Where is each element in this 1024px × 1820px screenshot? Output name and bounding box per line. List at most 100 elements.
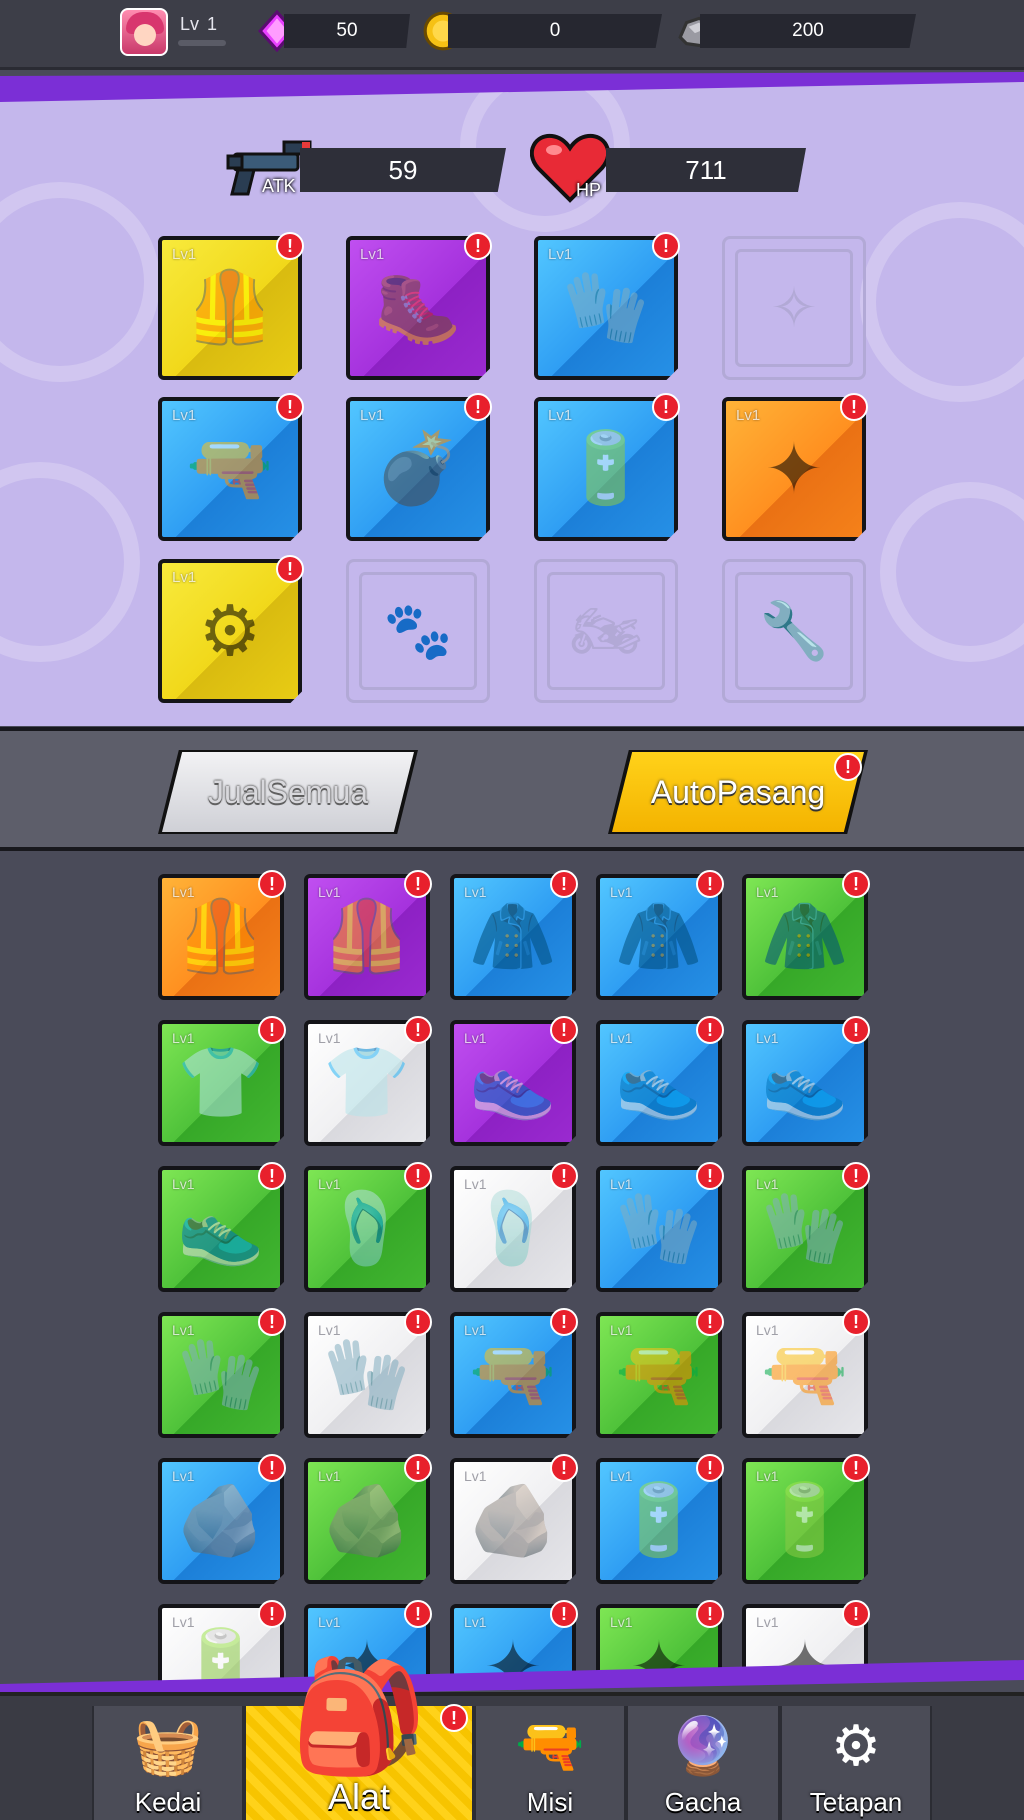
- item-level: Lv1: [756, 1030, 779, 1046]
- new-item-alert-badge: !: [842, 1162, 870, 1190]
- new-item-alert-badge: !: [258, 1308, 286, 1336]
- equipment-panel: [0, 82, 1024, 726]
- gacha-orb-icon: 🔮: [668, 1714, 738, 1777]
- action-bar: JualSemua AutoPasang !: [0, 727, 1024, 851]
- new-item-alert-badge: !: [258, 1600, 286, 1628]
- tab-kedai[interactable]: 🧺 Kedai: [92, 1706, 244, 1820]
- background-radiation-mark: [880, 482, 1024, 662]
- item-level: Lv1: [172, 1322, 195, 1338]
- coins-counter: 0: [448, 14, 662, 48]
- item-slot[interactable]: ⚙ Lv1: [158, 559, 302, 703]
- avatar-face: [134, 24, 156, 46]
- item-level: Lv1: [318, 1030, 341, 1046]
- new-item-alert-badge: !: [842, 1600, 870, 1628]
- new-item-alert-badge: !: [258, 1162, 286, 1190]
- item-level: Lv1: [172, 1030, 195, 1046]
- item-level: Lv1: [610, 1322, 633, 1338]
- empty-equipment-slot[interactable]: ✧: [722, 236, 866, 380]
- atk-value: 59: [300, 148, 506, 192]
- paw-icon: 🐾: [383, 599, 453, 662]
- xp-bar: [178, 40, 226, 46]
- new-item-alert-badge: !: [652, 232, 680, 260]
- new-item-alert-badge: !: [404, 1162, 432, 1190]
- new-item-alert-badge: !: [404, 1308, 432, 1336]
- tab-misi[interactable]: 🔫 Misi: [474, 1706, 626, 1820]
- new-item-alert-badge: !: [404, 1016, 432, 1044]
- new-item-alert-badge: !: [550, 1600, 578, 1628]
- item-level: Lv1: [610, 1030, 633, 1046]
- new-item-alert-badge: !: [652, 393, 680, 421]
- tab-label: Tetapan: [809, 1787, 903, 1817]
- gun-icon: 🔫: [515, 1714, 585, 1777]
- background-radiation-mark: [860, 202, 1024, 402]
- item-slot[interactable]: 🔫 Lv1: [158, 397, 302, 541]
- new-item-alert-badge: !: [696, 1016, 724, 1044]
- item-level: Lv1: [318, 1322, 341, 1338]
- bottom-navigation: 🧺 Kedai 🎒 Alat ! 🔫 Misi 🔮 Gacha ⚙ Tetapa…: [0, 1662, 1024, 1820]
- item-level: Lv1: [172, 1468, 195, 1484]
- player-level: Lv 1: [180, 14, 217, 35]
- tab-gacha[interactable]: 🔮 Gacha: [626, 1706, 780, 1820]
- new-item-alert-badge: !: [404, 870, 432, 898]
- tab-label: Kedai: [134, 1787, 202, 1817]
- item-slot[interactable]: 🔋 Lv1: [534, 397, 678, 541]
- level-label: Lv: [180, 14, 200, 34]
- background-radiation-mark: [0, 182, 160, 382]
- inventory-grid: 🦺 Lv1! 🦺 Lv1! 🧥 Lv1! 🧥 Lv1! 🧥 Lv1! 👕 Lv1! 👕 Lv1! 👟 Lv1!…: [0, 851, 1024, 1681]
- item-level: Lv1: [756, 884, 779, 900]
- item-level: Lv1: [756, 1176, 779, 1192]
- player-avatar[interactable]: [120, 8, 168, 56]
- item-level: Lv1: [610, 1468, 633, 1484]
- item-slot[interactable]: 🦺 Lv1: [158, 236, 302, 380]
- empty-equipment-slot[interactable]: 🐾: [346, 559, 490, 703]
- item-slot[interactable]: 🧤 Lv1: [534, 236, 678, 380]
- item-level: Lv1: [610, 884, 633, 900]
- item-level: Lv1: [318, 1468, 341, 1484]
- auto-equip-alert-badge: !: [834, 753, 862, 781]
- item-level: Lv1: [736, 407, 761, 424]
- new-item-alert-badge: !: [550, 1308, 578, 1336]
- new-item-alert-badge: !: [842, 870, 870, 898]
- item-level: Lv1: [172, 569, 197, 586]
- gear-icon: ⚙: [830, 1714, 882, 1777]
- item-level: Lv1: [172, 407, 197, 424]
- item-level: Lv1: [172, 1614, 195, 1630]
- tab-alat[interactable]: 🎒 Alat: [244, 1662, 474, 1820]
- top-bar: Lv 1 50 0 200: [0, 0, 1024, 70]
- new-item-alert-badge: !: [696, 1600, 724, 1628]
- item-level: Lv1: [318, 1176, 341, 1192]
- item-level: Lv1: [360, 407, 385, 424]
- new-item-alert-badge: !: [404, 1454, 432, 1482]
- hp-value: 711: [606, 148, 806, 192]
- new-item-alert-badge: !: [258, 1016, 286, 1044]
- item-level: Lv1: [610, 1614, 633, 1630]
- auto-equip-button[interactable]: AutoPasang: [612, 752, 864, 832]
- item-level: Lv1: [756, 1322, 779, 1338]
- item-level: Lv1: [548, 407, 573, 424]
- item-slot[interactable]: 🥾 Lv1: [346, 236, 490, 380]
- new-item-alert-badge: !: [550, 1016, 578, 1044]
- new-item-alert-badge: !: [550, 1454, 578, 1482]
- empty-equipment-slot[interactable]: 🔧: [722, 559, 866, 703]
- tab-tetapan[interactable]: ⚙ Tetapan: [780, 1706, 932, 1820]
- motorcycle-icon: 🏍: [570, 599, 642, 662]
- new-item-alert-badge: !: [404, 1600, 432, 1628]
- wrench-icon: 🔧: [759, 599, 829, 662]
- new-item-alert-badge: !: [550, 1162, 578, 1190]
- level-value: 1: [207, 14, 218, 34]
- new-item-alert-badge: !: [696, 870, 724, 898]
- empty-equipment-slot[interactable]: 🏍: [534, 559, 678, 703]
- sell-all-button[interactable]: JualSemua: [162, 752, 414, 832]
- new-item-alert-badge: !: [842, 1016, 870, 1044]
- tab-alat-alert-badge: !: [440, 1704, 468, 1732]
- new-item-alert-badge: !: [840, 393, 868, 421]
- item-level: Lv1: [548, 246, 573, 263]
- item-slot[interactable]: ✦ Lv1: [722, 397, 866, 541]
- new-item-alert-badge: !: [696, 1454, 724, 1482]
- item-slot[interactable]: 💣 Lv1: [346, 397, 490, 541]
- gems-counter: 50: [284, 14, 410, 48]
- item-level: Lv1: [464, 1468, 487, 1484]
- new-item-alert-badge: !: [464, 393, 492, 421]
- item-level: Lv1: [756, 1468, 779, 1484]
- background-radiation-mark: [0, 462, 140, 662]
